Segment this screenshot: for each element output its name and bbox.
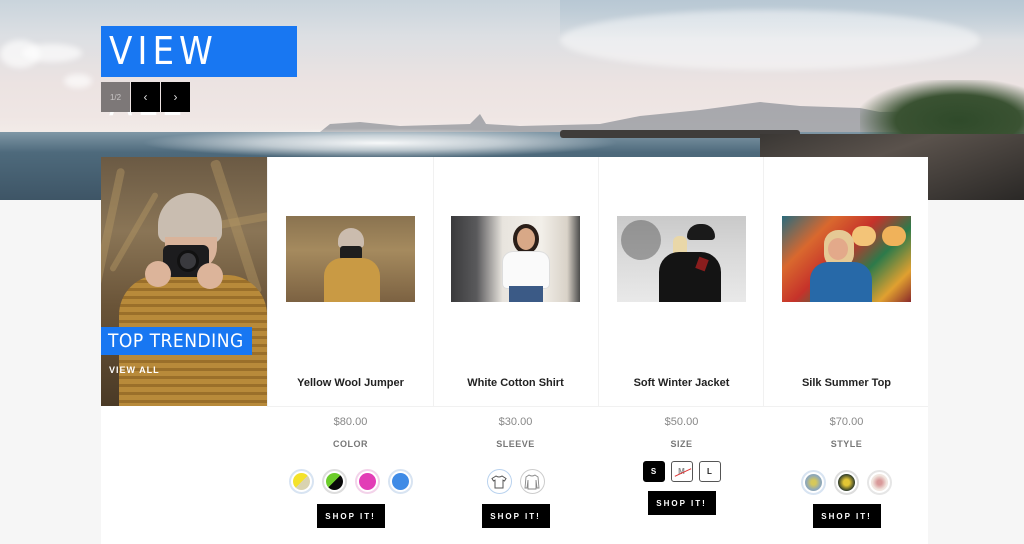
prev-button[interactable]: ‹ (131, 82, 160, 112)
product-image[interactable] (451, 216, 580, 302)
product-name[interactable]: Soft Winter Jacket (599, 377, 764, 389)
attribute-label: COLOR (333, 439, 368, 449)
product-price: $80.00 (333, 416, 368, 428)
product-card: Silk Summer Top $70.00 STYLE SHOP IT! (764, 157, 929, 544)
face (828, 238, 848, 260)
product-image[interactable] (286, 216, 415, 302)
sun-glare (140, 128, 620, 158)
hat (158, 193, 222, 243)
trees (860, 80, 1024, 138)
white-shirt (503, 252, 549, 288)
carousel-pager: 1/2 ‹ › (101, 82, 190, 112)
page-count: 1/2 (101, 82, 130, 112)
product-card: Soft Winter Jacket $50.00 SIZE S M L SHO… (599, 157, 764, 544)
product-name[interactable]: Yellow Wool Jumper (268, 377, 433, 389)
color-swatch-blue[interactable] (387, 469, 413, 494)
chevron-right-icon: › (173, 90, 178, 104)
next-button[interactable]: › (161, 82, 190, 112)
shop-it-button[interactable]: SHOP IT! (812, 504, 881, 528)
product-price: $70.00 (829, 416, 864, 428)
attribute-label: SLEEVE (496, 439, 535, 449)
ring-light (852, 226, 876, 246)
face (517, 228, 535, 250)
product-image[interactable] (782, 216, 911, 302)
cloud (64, 74, 92, 88)
sleeve-options (433, 469, 598, 494)
color-swatch-pink[interactable] (354, 469, 380, 494)
long-sleeve-icon (524, 473, 540, 489)
tree (621, 220, 661, 260)
feature-view-all-link[interactable]: VIEW ALL (109, 365, 160, 375)
size-option-m[interactable]: M (670, 461, 693, 482)
attribute-label: SIZE (670, 439, 693, 449)
hand (145, 261, 171, 287)
color-swatch-yellow[interactable] (288, 469, 314, 494)
product-card: Yellow Wool Jumper $80.00 COLOR SHOP IT! (268, 157, 433, 544)
sleeve-option-short[interactable] (486, 469, 512, 494)
shop-it-button[interactable]: SHOP IT! (481, 504, 550, 528)
cloud (22, 44, 82, 62)
page: VIEW ALL 1/2 ‹ › TOP TRENDING VIEW ALL (0, 0, 1024, 544)
product-image[interactable] (617, 216, 746, 302)
product-card: White Cotton Shirt $30.00 SLEEVE SHOP IT… (433, 157, 598, 544)
hand (197, 263, 223, 289)
jeans (509, 286, 543, 302)
ring-light (882, 226, 906, 246)
product-price: $30.00 (498, 416, 533, 428)
shop-it-button[interactable]: SHOP IT! (316, 504, 385, 528)
product-name[interactable]: Silk Summer Top (764, 377, 929, 389)
size-option-s[interactable]: S (642, 461, 665, 482)
view-all-heading[interactable]: VIEW ALL (101, 26, 297, 124)
style-options (764, 470, 929, 495)
sweater (324, 258, 380, 302)
attribute-label: STYLE (830, 439, 863, 449)
top-trending-badge: TOP TRENDING (101, 327, 252, 355)
cap (687, 224, 715, 240)
chevron-left-icon: ‹ (143, 90, 148, 104)
t-shirt-icon (491, 474, 507, 488)
black-jacket (659, 252, 721, 302)
style-swatch-dark-floral[interactable] (834, 470, 859, 495)
style-swatch-white-floral[interactable] (867, 470, 892, 495)
sleeve-option-long[interactable] (519, 469, 545, 494)
product-name[interactable]: White Cotton Shirt (433, 377, 598, 389)
color-swatch-green-black[interactable] (321, 469, 347, 494)
camera-lens (177, 250, 199, 272)
size-options: S M L (599, 461, 764, 482)
color-options (268, 469, 433, 494)
blue-silk-top (810, 262, 872, 302)
size-option-l[interactable]: L (698, 461, 721, 482)
hat (338, 228, 364, 248)
cloud (560, 10, 980, 70)
product-price: $50.00 (664, 416, 699, 428)
shop-it-button[interactable]: SHOP IT! (647, 491, 716, 515)
style-swatch-blue-floral[interactable] (801, 470, 826, 495)
